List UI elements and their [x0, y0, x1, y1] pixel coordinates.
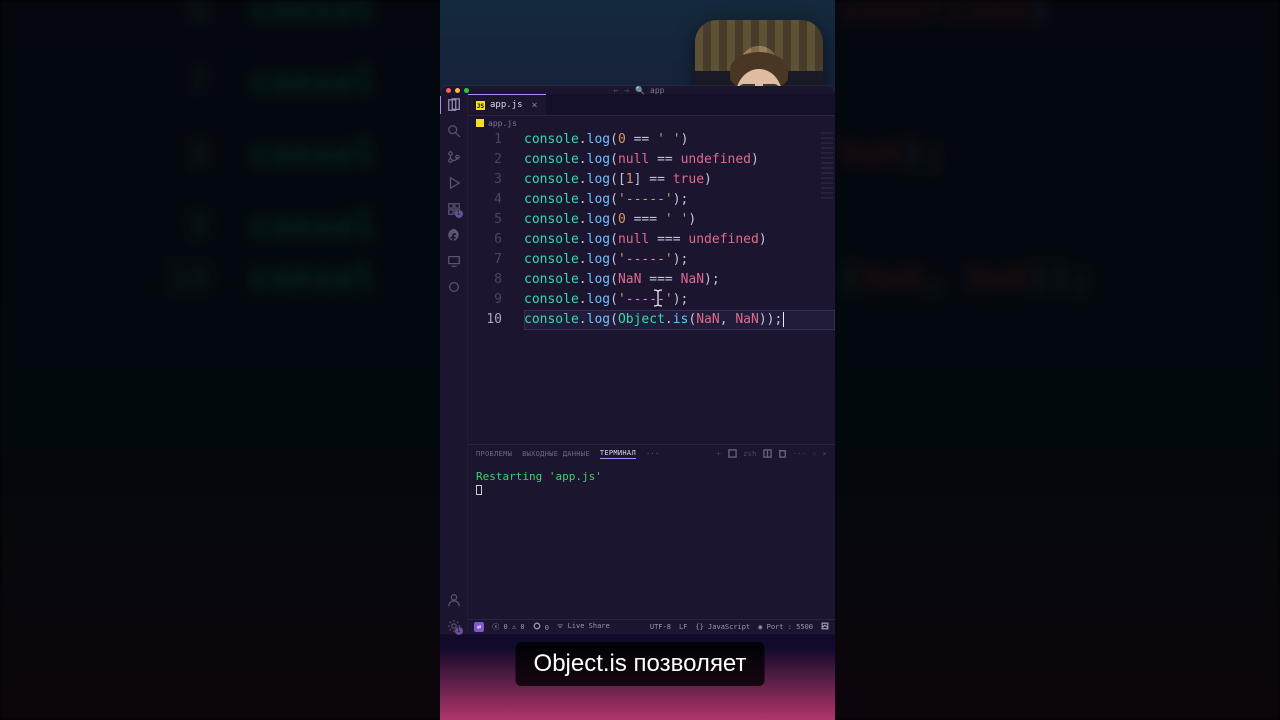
badge: 1 [455, 210, 463, 218]
panel-tab-more[interactable]: ··· [646, 450, 660, 458]
panel-more-icon[interactable]: ··· [793, 450, 807, 458]
terminal-shell-picker[interactable] [728, 449, 737, 460]
window-titlebar: ← → 🔍 app [440, 86, 835, 94]
status-language[interactable]: {} JavaScript [695, 623, 750, 631]
terminal-output[interactable]: Restarting 'app.js' [468, 463, 835, 619]
breadcrumb-file: app.js [488, 119, 517, 128]
remote-indicator[interactable]: ⇄ [474, 622, 484, 632]
panel-tab-output[interactable]: ВЫХОДНЫЕ ДАННЫЕ [522, 450, 590, 458]
remote-explorer-icon[interactable] [447, 254, 461, 268]
status-bar: ⇄ ⓧ 0 ⚠ 0 0 ᯤ Live Share UTF-8 LF {} Jav… [468, 619, 835, 633]
explorer-icon[interactable] [447, 98, 461, 112]
nav-forward-icon[interactable]: → [624, 86, 629, 95]
status-errors[interactable]: ⓧ 0 ⚠ 0 [492, 622, 524, 632]
status-notifications-icon[interactable] [821, 622, 829, 632]
run-debug-icon[interactable] [447, 176, 461, 190]
tab-label: app.js [490, 100, 523, 110]
breadcrumb[interactable]: app.js [468, 116, 835, 130]
command-center[interactable]: 🔍 app [635, 86, 664, 95]
split-terminal-icon[interactable] [763, 449, 772, 460]
terminal-cursor [476, 485, 482, 495]
status-ports[interactable]: 0 [533, 622, 549, 632]
text-caret [783, 312, 784, 327]
badge: 1 [455, 627, 463, 635]
panel-tab-terminal[interactable]: ТЕРМИНАЛ [600, 449, 636, 459]
video-caption: Object.is позволяет [516, 642, 765, 686]
close-tab-icon[interactable]: × [532, 100, 538, 111]
nav-back-icon[interactable]: ← [614, 86, 619, 95]
code-lines[interactable]: console.log(0 == ' ') console.log(null =… [524, 130, 835, 330]
traffic-lights[interactable] [446, 88, 469, 93]
extensions-icon[interactable]: 1 [447, 202, 461, 216]
settings-gear-icon[interactable]: 1 [447, 619, 461, 633]
phone-column: ← → 🔍 app 1 1 [440, 0, 835, 720]
settings-sync-icon[interactable] [447, 280, 461, 294]
panel-tab-problems[interactable]: ПРОБЛЕМЫ [476, 450, 512, 458]
source-control-icon[interactable] [447, 150, 461, 164]
vscode-window: ← → 🔍 app 1 1 [440, 86, 835, 633]
panel-tab-bar: ПРОБЛЕМЫ ВЫХОДНЫЕ ДАННЫЕ ТЕРМИНАЛ ··· ＋ … [468, 445, 835, 463]
terminal-shell-label[interactable]: zsh [743, 450, 757, 458]
activity-bar: 1 1 [440, 94, 468, 633]
status-encoding[interactable]: UTF-8 [650, 623, 671, 631]
line-gutter: 123 456 789 10 [468, 130, 512, 330]
kill-terminal-icon[interactable] [778, 449, 787, 460]
search-icon: 🔍 [635, 86, 645, 95]
bottom-panel: ПРОБЛЕМЫ ВЫХОДНЫЕ ДАННЫЕ ТЕРМИНАЛ ··· ＋ … [468, 444, 835, 619]
minimize-window-icon[interactable] [455, 88, 460, 93]
terminal-line: Restarting 'app.js' [476, 469, 827, 484]
status-live-server[interactable]: ◉ Port : 5500 [758, 623, 813, 631]
github-icon[interactable] [447, 228, 461, 242]
editor-tab-bar: JS app.js × [468, 94, 835, 116]
new-terminal-icon[interactable]: ＋ [715, 449, 722, 459]
status-liveshare[interactable]: ᯤ Live Share [557, 622, 610, 631]
code-editor[interactable]: 123 456 789 10 console.log(0 == ' ') con… [468, 130, 835, 444]
account-icon[interactable] [447, 593, 461, 607]
maximize-panel-icon[interactable]: ˄ [812, 450, 816, 458]
search-icon[interactable] [447, 124, 461, 138]
status-eol[interactable]: LF [679, 623, 687, 631]
javascript-file-icon [476, 119, 484, 127]
tab-app-js[interactable]: JS app.js × [468, 94, 546, 115]
javascript-file-icon: JS [476, 101, 485, 110]
close-panel-icon[interactable]: × [822, 450, 827, 458]
close-window-icon[interactable] [446, 88, 451, 93]
